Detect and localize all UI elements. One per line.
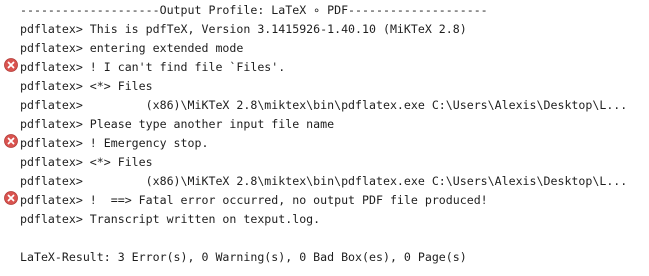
console-line: pdflatex> (x86)\MiKTeX 2.8\miktex\bin\pd… (20, 98, 628, 112)
console-line-error: pdflatex> ! I can't find file `Files'. (20, 60, 286, 74)
console-line: pdflatex> Please type another input file… (20, 117, 335, 131)
error-icon (4, 134, 18, 148)
latex-result-summary: LaTeX-Result: 3 Error(s), 0 Warning(s), … (20, 250, 467, 264)
output-profile-header: --------------------Output Profile: LaTe… (20, 3, 488, 17)
error-icon (4, 58, 18, 72)
console-line-error: pdflatex> ! ==> Fatal error occurred, no… (20, 193, 488, 207)
console-line: pdflatex> Transcript written on texput.l… (20, 212, 321, 226)
console-line: pdflatex> This is pdfTeX, Version 3.1415… (20, 22, 467, 36)
console-line-error: pdflatex> ! Emergency stop. (20, 136, 209, 150)
error-icon (4, 191, 18, 205)
console-line: pdflatex> (x86)\MiKTeX 2.8\miktex\bin\pd… (20, 174, 628, 188)
console-line: pdflatex> entering extended mode (20, 41, 244, 55)
output-console[interactable]: --------------------Output Profile: LaTe… (0, 0, 649, 276)
console-line: pdflatex> <*> Files (20, 155, 153, 169)
console-line: pdflatex> <*> Files (20, 79, 153, 93)
